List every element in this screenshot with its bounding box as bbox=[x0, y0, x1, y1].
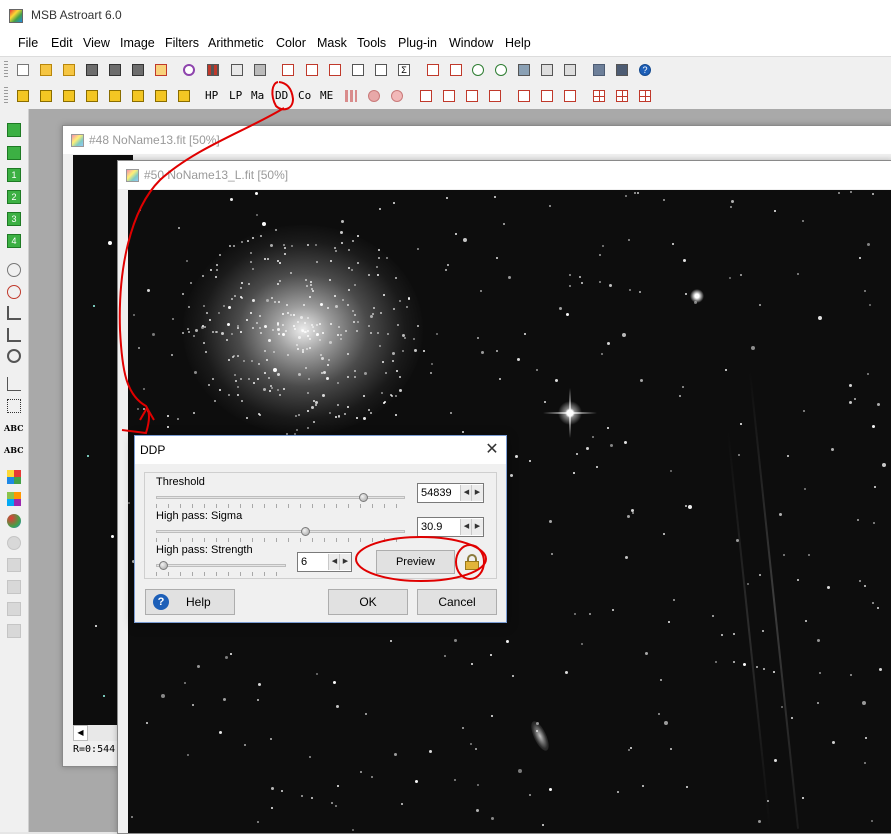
annotation-preview-circle bbox=[355, 536, 487, 582]
annotation-arrow-tip bbox=[139, 406, 155, 421]
annotation-overlay bbox=[118, 81, 487, 582]
annotation-ddp-circle bbox=[271, 81, 295, 111]
annotation-arrow bbox=[118, 107, 285, 435]
